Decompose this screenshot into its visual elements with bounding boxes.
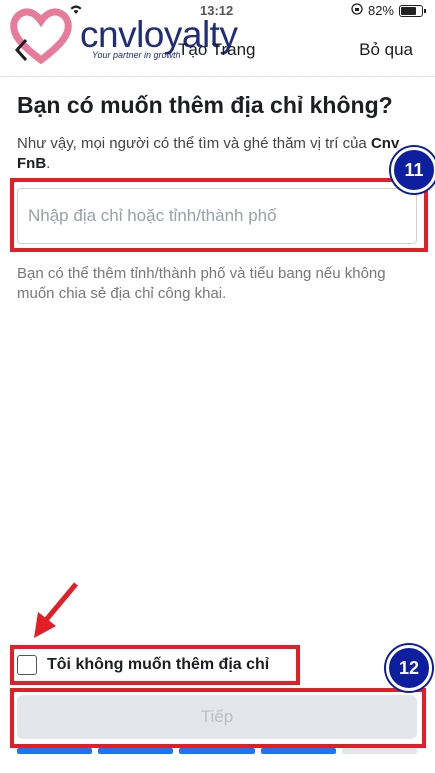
red-arrow-icon xyxy=(34,582,78,638)
skip-button[interactable]: Bỏ qua xyxy=(359,40,413,60)
progress-segment xyxy=(17,748,93,754)
back-button[interactable] xyxy=(14,38,36,62)
battery-percent: 82% xyxy=(367,3,394,18)
battery-icon xyxy=(399,4,426,17)
progress-segment xyxy=(260,748,336,754)
page-title: Tạo Trang xyxy=(178,40,256,59)
orientation-lock-icon xyxy=(351,3,363,18)
progress-segment xyxy=(341,748,418,754)
nav-divider xyxy=(0,76,435,77)
address-description: Như vậy, mọi người có thể tìm và ghé thă… xyxy=(17,135,400,172)
step-badge-11: 11 xyxy=(391,147,435,193)
logo-tagline: Your partner in growth xyxy=(92,50,181,60)
highlight-checkbox xyxy=(10,645,300,685)
chevron-left-icon xyxy=(14,38,28,62)
address-hint: Bạn có thể thêm tỉnh/thành phố và tiểu b… xyxy=(17,265,386,302)
highlight-address-input xyxy=(10,178,428,252)
step-progress xyxy=(17,748,418,754)
progress-segment xyxy=(98,748,174,754)
step-badge-12: 12 xyxy=(386,645,432,691)
address-heading: Bạn có muốn thêm địa chỉ không? xyxy=(17,92,393,118)
progress-segment xyxy=(179,748,255,754)
highlight-next-button xyxy=(10,688,426,748)
